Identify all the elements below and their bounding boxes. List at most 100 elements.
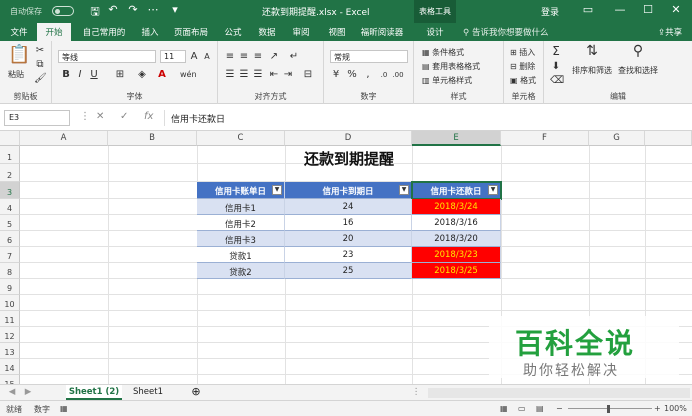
- row-header[interactable]: 11: [0, 311, 20, 327]
- row-header[interactable]: 6: [0, 231, 20, 247]
- sort-filter-icon[interactable]: ⇅: [584, 44, 600, 58]
- increase-font-icon[interactable]: A: [188, 51, 200, 63]
- enter-icon[interactable]: ✓: [120, 111, 128, 122]
- filter-dropdown-icon[interactable]: ▼: [272, 185, 282, 195]
- format-cells-button[interactable]: ▣ 格式: [510, 75, 536, 86]
- autosave-toggle[interactable]: [52, 6, 74, 16]
- row-header[interactable]: 7: [0, 247, 20, 263]
- find-select-button[interactable]: 查找和选择: [614, 65, 662, 76]
- undo-icon[interactable]: ↶: [106, 3, 120, 16]
- row-header[interactable]: 12: [0, 327, 20, 343]
- currency-icon[interactable]: ¥: [330, 69, 342, 81]
- worksheet[interactable]: A B C D E F G 12345678910111213141516 还款…: [0, 131, 692, 384]
- align-center-icon[interactable]: ☰: [238, 69, 250, 81]
- row-header[interactable]: 14: [0, 359, 20, 375]
- phonetic-icon[interactable]: wén: [180, 69, 197, 81]
- align-right-icon[interactable]: ☰: [252, 69, 264, 81]
- maximize-icon[interactable]: ☐: [640, 3, 656, 16]
- normal-view-icon[interactable]: ▦: [500, 404, 508, 413]
- tab-design[interactable]: 设计: [418, 23, 452, 41]
- table-header-bill-date[interactable]: 信用卡账单日 ▼: [197, 182, 285, 199]
- insert-function-icon[interactable]: fx: [144, 111, 153, 122]
- table-cell-due-day[interactable]: 20: [285, 231, 412, 247]
- tab-formulas[interactable]: 公式: [218, 23, 248, 41]
- table-cell-repay-date[interactable]: 2018/3/20: [412, 231, 501, 247]
- customize-icon[interactable]: ▾: [168, 3, 182, 16]
- increase-indent-icon[interactable]: ⇥: [282, 69, 294, 81]
- tell-me-search[interactable]: ⚲ 告诉我你想要做什么: [463, 26, 548, 38]
- increase-decimal-icon[interactable]: .0: [378, 69, 390, 81]
- fill-color-icon[interactable]: ◈: [136, 69, 148, 81]
- italic-icon[interactable]: I: [74, 69, 86, 81]
- paste-button[interactable]: 粘贴: [8, 69, 24, 80]
- more-commands-icon[interactable]: ⋯: [146, 3, 160, 16]
- table-cell-repay-date[interactable]: 2018/3/25: [412, 263, 501, 279]
- tab-page-layout[interactable]: 页面布局: [168, 23, 214, 41]
- close-icon[interactable]: ✕: [668, 3, 684, 16]
- cut-icon[interactable]: ✂: [34, 45, 46, 57]
- sheet-tab-sheet1-2[interactable]: Sheet1 (2): [66, 385, 122, 400]
- underline-icon[interactable]: U: [88, 69, 100, 81]
- row-header[interactable]: 15: [0, 375, 20, 384]
- align-left-icon[interactable]: ☰: [224, 69, 236, 81]
- sheet-title[interactable]: 还款到期提醒: [197, 148, 501, 169]
- tab-insert[interactable]: 插入: [134, 23, 166, 41]
- horizontal-scrollbar[interactable]: [428, 388, 690, 398]
- fill-icon[interactable]: ⬇: [550, 61, 562, 73]
- login-button[interactable]: 登录: [541, 5, 559, 18]
- conditional-format-button[interactable]: ▦ 条件格式: [422, 47, 464, 58]
- zoom-slider-thumb[interactable]: [607, 405, 610, 413]
- zoom-in-icon[interactable]: +: [654, 404, 661, 413]
- zoom-out-icon[interactable]: −: [556, 404, 563, 413]
- row-header[interactable]: 5: [0, 215, 20, 231]
- number-format-select[interactable]: 常规: [330, 50, 408, 63]
- zoom-level[interactable]: 100%: [664, 404, 687, 413]
- table-header-due-date[interactable]: 信用卡到期日 ▼: [285, 182, 412, 199]
- table-header-repay-date[interactable]: 信用卡还款日 ▼: [411, 181, 502, 200]
- table-cell-name[interactable]: 贷款1: [197, 247, 285, 263]
- row-header[interactable]: 9: [0, 279, 20, 295]
- table-cell-name[interactable]: 信用卡3: [197, 231, 285, 247]
- save-icon[interactable]: 🖫: [88, 3, 102, 22]
- table-cell-due-day[interactable]: 16: [285, 215, 412, 231]
- add-sheet-icon[interactable]: ⊕: [188, 385, 204, 400]
- row-header[interactable]: 4: [0, 199, 20, 215]
- table-cell-due-day[interactable]: 25: [285, 263, 412, 279]
- row-header[interactable]: 8: [0, 263, 20, 279]
- tab-favorites[interactable]: 自己常用的: [76, 23, 132, 41]
- sheet-tab-sheet1[interactable]: Sheet1: [126, 385, 170, 400]
- minimize-icon[interactable]: —: [612, 3, 628, 16]
- font-name-select[interactable]: 等线: [58, 50, 156, 63]
- scroll-left-icon[interactable]: ◀: [6, 385, 18, 400]
- cancel-icon[interactable]: ✕: [96, 111, 104, 122]
- table-cell-due-day[interactable]: 24: [285, 199, 412, 215]
- table-cell-repay-date[interactable]: 2018/3/16: [412, 215, 501, 231]
- table-cell-due-day[interactable]: 23: [285, 247, 412, 263]
- scroll-right-icon[interactable]: ▶: [22, 385, 34, 400]
- clear-icon[interactable]: ⌫: [550, 75, 564, 87]
- format-painter-icon[interactable]: 🖌: [34, 73, 47, 85]
- column-header-e[interactable]: E: [412, 131, 501, 146]
- row-header[interactable]: 2: [0, 164, 20, 182]
- table-cell-name[interactable]: 贷款2: [197, 263, 285, 279]
- font-color-icon[interactable]: A: [156, 69, 168, 81]
- paste-icon[interactable]: 📋: [8, 45, 30, 65]
- format-as-table-button[interactable]: ▤ 套用表格格式: [422, 61, 480, 72]
- decrease-indent-icon[interactable]: ⇤: [268, 69, 280, 81]
- redo-icon[interactable]: ↷: [126, 3, 140, 16]
- insert-cells-button[interactable]: ⊞ 插入: [510, 47, 535, 58]
- column-header-d[interactable]: D: [285, 131, 412, 146]
- tab-split-handle-icon[interactable]: ⋮: [410, 385, 422, 400]
- autosum-icon[interactable]: Σ: [550, 45, 562, 57]
- merge-center-icon[interactable]: ⊟: [302, 69, 314, 81]
- percent-icon[interactable]: %: [346, 69, 358, 81]
- share-button[interactable]: ⇪共享: [658, 26, 682, 38]
- table-cell-repay-date[interactable]: 2018/3/23: [412, 247, 501, 263]
- tab-data[interactable]: 数据: [252, 23, 282, 41]
- cell-styles-button[interactable]: ▥ 单元格样式: [422, 75, 472, 86]
- row-header[interactable]: 1: [0, 146, 20, 164]
- row-header[interactable]: 3: [0, 182, 20, 199]
- column-header-g[interactable]: G: [589, 131, 645, 146]
- table-cell-name[interactable]: 信用卡1: [197, 199, 285, 215]
- page-break-view-icon[interactable]: ▤: [536, 404, 544, 413]
